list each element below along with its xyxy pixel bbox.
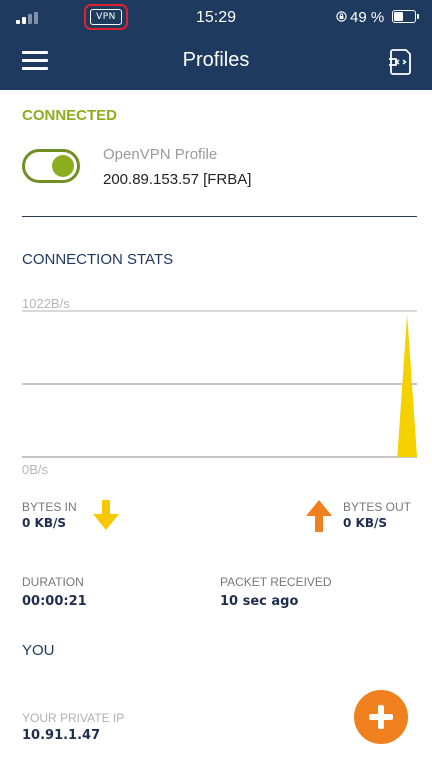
duration-value: 00:00:21 xyxy=(22,594,87,609)
connection-stats-heading: CONNECTION STATS xyxy=(22,251,174,268)
page-title: Profiles xyxy=(182,49,250,71)
profile-server: 200.89.153.57 [FRBA] xyxy=(103,171,252,188)
rotation-lock-icon xyxy=(336,11,347,22)
navigation-bar: Profiles xyxy=(0,36,432,90)
packet-received-value: 10 sec ago xyxy=(220,594,299,609)
duration-label: DURATION xyxy=(22,575,84,589)
bytes-out-value: 0 KB/S xyxy=(343,516,387,530)
private-ip-value: 10.91.1.47 xyxy=(22,728,101,743)
traffic-chart xyxy=(22,310,417,458)
connection-status-heading: CONNECTED xyxy=(22,107,118,124)
file-import-icon[interactable] xyxy=(388,48,412,76)
bytes-in-value: 0 KB/S xyxy=(22,516,66,530)
bytes-out-label: BYTES OUT xyxy=(343,500,412,514)
arrow-down-icon xyxy=(93,500,119,530)
battery-percent: 49 % xyxy=(350,9,385,26)
bytes-in-label: BYTES IN xyxy=(22,500,77,514)
status-bar: VPN 15:29 49 % xyxy=(0,0,432,36)
toggle-knob xyxy=(52,155,74,177)
battery-tip xyxy=(417,14,419,19)
add-profile-button[interactable] xyxy=(354,690,408,744)
chart-area-series xyxy=(22,314,417,457)
packet-received-label: PACKET RECEIVED xyxy=(220,575,332,589)
battery-level-fill xyxy=(394,12,403,21)
profile-name: OpenVPN Profile xyxy=(103,146,218,163)
connection-toggle[interactable] xyxy=(22,149,80,183)
private-ip-label: YOUR PRIVATE IP xyxy=(22,711,125,725)
you-heading: YOU xyxy=(22,642,55,659)
divider xyxy=(22,216,417,217)
battery-icon xyxy=(392,10,416,23)
arrow-up-icon xyxy=(306,500,332,532)
